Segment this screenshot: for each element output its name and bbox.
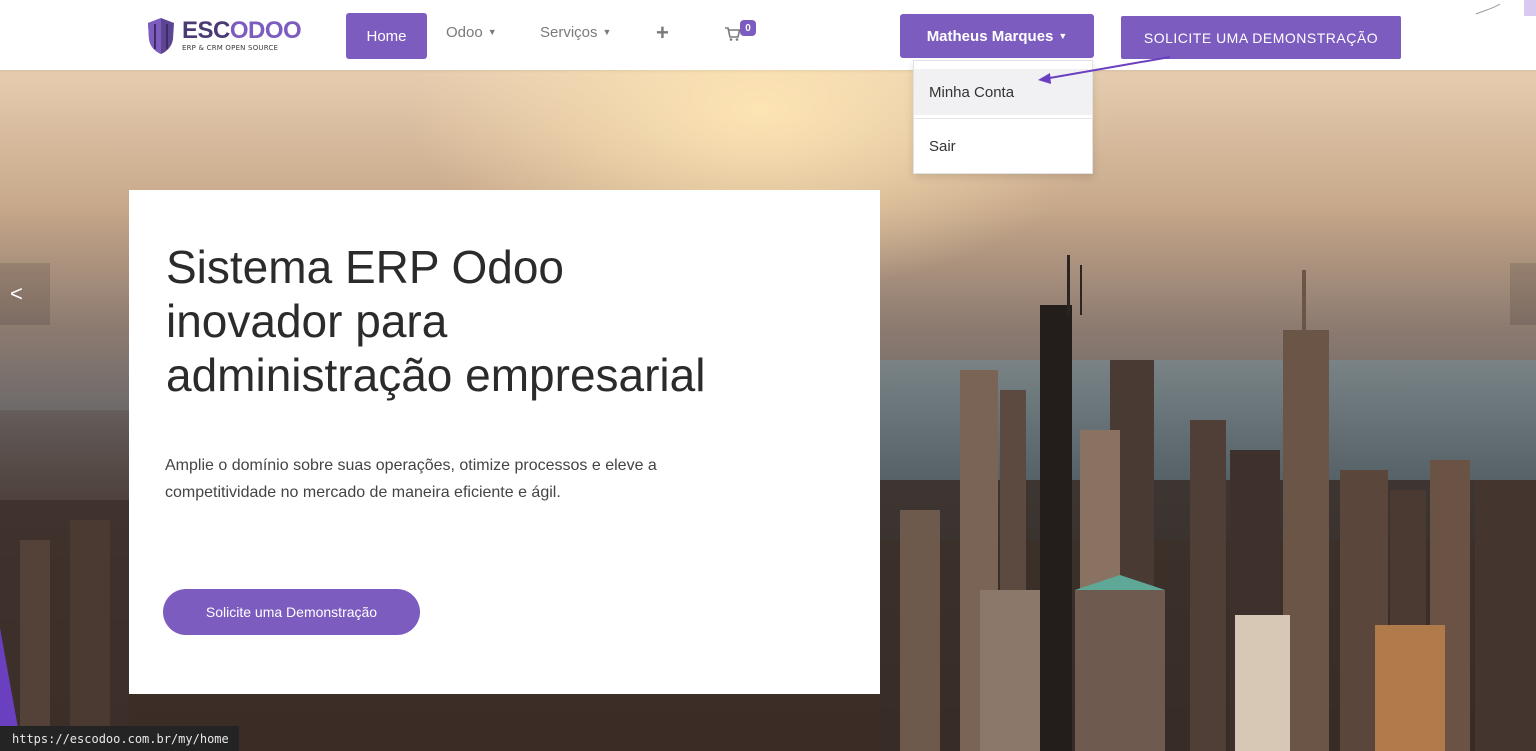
user-name-label: Matheus Marques (926, 27, 1054, 45)
nav-plus-button[interactable]: + (656, 20, 669, 46)
logo-wordmark: ESCODOO (182, 17, 302, 44)
hero-description-line: Amplie o domínio sobre suas operações, o… (165, 457, 657, 474)
logo-text: ESCODOO ERP & CRM OPEN SOURCE (182, 17, 302, 53)
nav-servicos[interactable]: Serviços ▼ (540, 24, 611, 41)
hero-description: Amplie o domínio sobre suas operações, o… (165, 452, 855, 506)
hero-title-line: inovador para (166, 295, 448, 347)
hero-title-line: administração empresarial (166, 349, 706, 401)
logo-tagline: ERP & CRM OPEN SOURCE (182, 44, 279, 52)
hero-demo-button[interactable]: Solicite uma Demonstração (163, 589, 420, 635)
navbar: ESCODOO ERP & CRM OPEN SOURCE Home Odoo ▼… (0, 0, 1536, 70)
caret-down-icon: ▼ (487, 27, 497, 37)
menu-divider (914, 118, 1092, 119)
caret-down-icon: ▼ (1058, 31, 1068, 41)
carousel-next-button[interactable] (1510, 263, 1536, 325)
status-bar-url: https://escodoo.com.br/my/home (0, 726, 239, 751)
menu-item-sair[interactable]: Sair (914, 123, 1092, 169)
annotation-arrow-icon (1038, 56, 1171, 84)
brand-logo[interactable]: ESCODOO ERP & CRM OPEN SOURCE (146, 14, 318, 58)
corner-decoration (1475, 0, 1536, 16)
nav-odoo[interactable]: Odoo ▼ (446, 24, 497, 41)
caret-down-icon: ▼ (602, 27, 612, 37)
cart-button[interactable]: 0 (724, 20, 756, 42)
chevron-left-icon: < (10, 281, 23, 306)
cart-count-badge: 0 (740, 20, 756, 36)
nav-odoo-label: Odoo (446, 24, 483, 41)
shield-logo-icon (148, 18, 174, 54)
hero-description-line: competitividade no mercado de maneira ef… (165, 484, 561, 501)
hero-title-line: Sistema ERP Odoo (166, 241, 565, 293)
edge-decoration (0, 628, 18, 728)
nav-servicos-label: Serviços (540, 24, 598, 41)
nav-home[interactable]: Home (346, 13, 427, 59)
hero-title: Sistema ERP Odoo inovador para administr… (166, 240, 866, 402)
cart-icon (725, 27, 741, 41)
hero-card: Sistema ERP Odoo inovador para administr… (129, 190, 880, 694)
carousel-prev-button[interactable]: < (0, 263, 50, 325)
